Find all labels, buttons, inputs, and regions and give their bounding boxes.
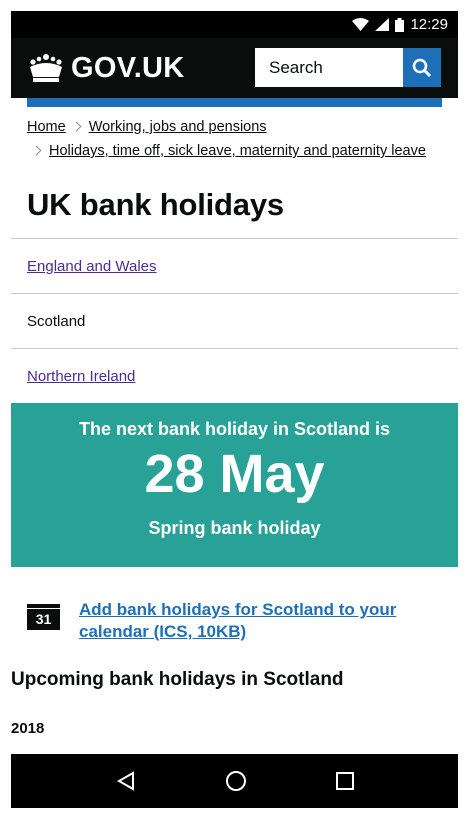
tab-england-and-wales[interactable]: England and Wales <box>11 238 458 293</box>
breadcrumb: Home Working, jobs and pensions Holidays,… <box>27 115 426 163</box>
phone-screen: 12:29 GOV.UK Search Home Working, jobs a… <box>11 11 458 808</box>
country-tabs: England and Wales Scotland Northern Irel… <box>11 238 458 403</box>
header-underline <box>27 98 442 107</box>
next-holiday-panel: The next bank holiday in Scotland is 28 … <box>11 403 458 567</box>
tab-label: Scotland <box>27 312 86 330</box>
crown-icon <box>30 54 62 82</box>
search-icon <box>412 58 432 77</box>
search-button[interactable] <box>403 48 441 87</box>
page-title: UK bank holidays <box>27 187 284 222</box>
upcoming-holidays-heading: Upcoming bank holidays in Scotland <box>11 669 344 690</box>
tab-northern-ireland[interactable]: Northern Ireland <box>11 348 458 403</box>
recents-icon[interactable] <box>335 772 354 790</box>
add-to-calendar-link[interactable]: Add bank holidays for Scotland to your c… <box>79 599 447 643</box>
breadcrumb-home[interactable]: Home <box>27 119 66 135</box>
battery-icon <box>395 17 405 32</box>
wifi-icon <box>352 18 370 31</box>
next-holiday-date: 28 May <box>144 444 325 504</box>
next-holiday-intro: The next bank holiday in Scotland is <box>78 419 391 439</box>
calendar-icon-day: 31 <box>35 610 52 627</box>
site-header: GOV.UK <box>11 38 458 98</box>
home-icon[interactable] <box>225 770 247 792</box>
logo-text: GOV.UK <box>71 51 185 84</box>
signal-icon <box>375 18 390 31</box>
status-bar: 12:29 <box>11 11 458 38</box>
govuk-logo[interactable]: GOV.UK <box>27 52 185 85</box>
breadcrumb-working-jobs-pensions[interactable]: Working, jobs and pensions <box>89 119 267 135</box>
search-form <box>255 48 441 87</box>
chevron-right-icon <box>31 145 42 156</box>
add-to-calendar: 31 Add bank holidays for Scotland to you… <box>27 599 447 643</box>
tab-label: England and Wales <box>27 257 157 275</box>
clock: 12:29 <box>410 16 448 33</box>
breadcrumb-holidays-time-off[interactable]: Holidays, time off, sick leave, maternit… <box>49 143 426 159</box>
calendar-icon: 31 <box>27 604 60 630</box>
back-icon[interactable] <box>116 771 136 791</box>
tab-label: Northern Ireland <box>27 367 136 385</box>
search-input[interactable] <box>255 48 403 87</box>
tab-scotland: Scotland <box>11 293 458 348</box>
chevron-right-icon <box>71 121 82 132</box>
android-nav-bar <box>11 754 458 808</box>
year-heading: 2018 <box>11 720 45 737</box>
next-holiday-name: Spring bank holiday <box>148 518 321 538</box>
